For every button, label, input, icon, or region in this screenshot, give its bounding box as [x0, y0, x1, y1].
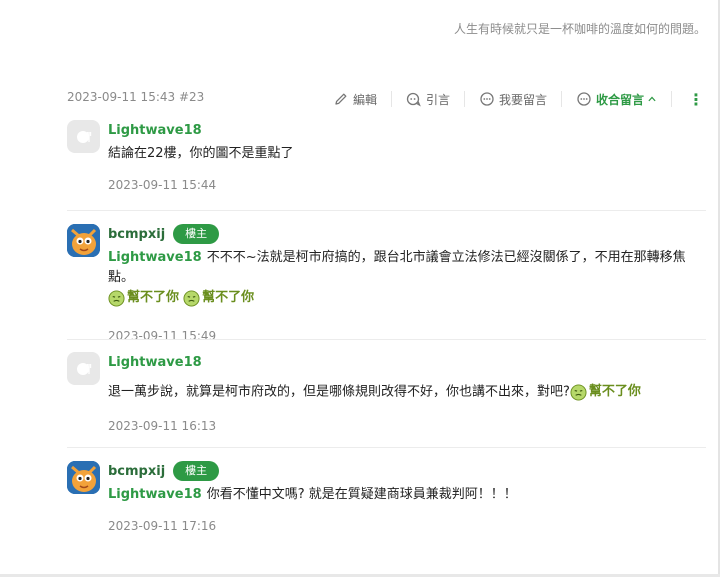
post-timestamp-floor: 2023-09-11 15:43 #23 [67, 90, 205, 104]
reply-button[interactable]: 我要留言 [479, 91, 547, 108]
comment-username[interactable]: Lightwave18 [108, 123, 202, 138]
divider [463, 91, 465, 107]
collapse-label: 收合留言 [595, 92, 644, 107]
comment-icon [480, 92, 494, 106]
comment-item: bcmpxij 樓主 Lightwave18 你看不懂中文嗎? 就是在質疑建商球員… [67, 461, 706, 533]
default-avatar-icon [76, 130, 91, 143]
divider [671, 91, 672, 107]
quote-label: 引言 [425, 92, 450, 107]
avatar[interactable] [67, 224, 100, 257]
mascot-avatar-icon [67, 461, 100, 494]
comment-text: 退一萬步說，就算是柯市府改的，但是哪條規則改得不好，你也講不出來，對吧? 幫不了… [108, 382, 706, 403]
comment-username[interactable]: bcmpxij [108, 227, 165, 242]
avatar[interactable] [67, 352, 100, 385]
divider [390, 91, 392, 107]
comment-divider [67, 339, 706, 340]
divider [560, 91, 562, 107]
sticker-face-icon [183, 289, 200, 307]
sticker: 幫不了你 [108, 288, 179, 308]
post-header: 2023-09-11 15:43 #23 編輯 引言 我要留言 收合留言 ⋮ [67, 88, 706, 110]
comment-icon [577, 92, 591, 106]
sticker: 幫不了你 [570, 382, 641, 402]
comment-item: Lightwave18 結論在22樓，你的圖不是重點了 2023-09-11 1… [67, 120, 706, 192]
op-badge: 樓主 [173, 461, 220, 481]
sticker-label: 幫不了你 [127, 290, 180, 305]
collapse-comments-button[interactable]: 收合留言 [576, 91, 657, 108]
quote-button[interactable]: 引言 [406, 91, 450, 108]
sticker-face-icon [108, 289, 125, 307]
mention-link[interactable]: Lightwave18 [108, 250, 202, 265]
edit-label: 編輯 [352, 92, 377, 107]
default-avatar-icon [76, 362, 91, 375]
comment-item: bcmpxij 樓主 Lightwave18 不不不~法就是柯市府搞的，跟台北市議… [67, 224, 706, 343]
comment-text: 結論在22樓，你的圖不是重點了 [108, 146, 294, 161]
comment-text-body: 你看不懂中文嗎? 就是在質疑建商球員兼裁判阿！！！ [206, 487, 517, 502]
comment-text: Lightwave18 不不不~法就是柯市府搞的，跟台北市議會立法修法已經沒關係了… [108, 248, 706, 309]
comment-timestamp: 2023-09-11 16:13 [108, 418, 217, 433]
sticker-face-icon [570, 383, 587, 401]
sticker-label: 幫不了你 [202, 290, 255, 305]
mascot-avatar-icon [67, 224, 100, 257]
comment-timestamp: 2023-09-11 15:49 [108, 328, 217, 343]
quote-icon [406, 92, 421, 107]
post-actions: 編輯 引言 我要留言 收合留言 ⋮ [333, 88, 706, 110]
chevron-up-icon [648, 96, 656, 102]
comment-text: Lightwave18 你看不懂中文嗎? 就是在質疑建商球員兼裁判阿！！！ [108, 485, 706, 505]
comment-text-body: 退一萬步說，就算是柯市府改的，但是哪條規則改得不好，你也講不出來，對吧? [108, 384, 570, 400]
comment-divider [67, 447, 706, 448]
reply-label: 我要留言 [498, 92, 547, 107]
sticker: 幫不了你 [183, 288, 254, 308]
avatar[interactable] [67, 461, 100, 494]
comment-item: Lightwave18 退一萬步說，就算是柯市府改的，但是哪條規則改得不好，你也… [67, 352, 706, 433]
edit-button[interactable]: 編輯 [333, 91, 377, 108]
avatar[interactable] [67, 120, 100, 153]
comment-username[interactable]: Lightwave18 [108, 355, 202, 370]
pencil-icon [335, 93, 347, 105]
more-vertical-icon[interactable]: ⋮ [686, 90, 706, 109]
comment-username[interactable]: bcmpxij [108, 464, 165, 479]
comment-timestamp: 2023-09-11 15:44 [108, 178, 217, 192]
comment-timestamp: 2023-09-11 17:16 [108, 519, 217, 533]
user-signature: 人生有時候就只是一杯咖啡的溫度如何的問題。 [453, 22, 706, 36]
sticker-label: 幫不了你 [588, 384, 641, 399]
mention-link[interactable]: Lightwave18 [108, 487, 202, 502]
comment-divider [67, 210, 706, 211]
op-badge: 樓主 [173, 224, 220, 244]
